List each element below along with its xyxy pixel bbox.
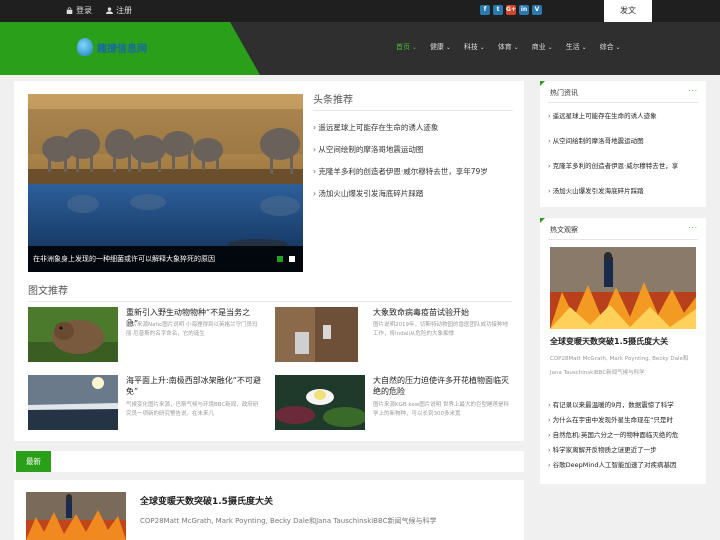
pic-rec-title[interactable]: 大自然的压力迫使许多开花植物面临灭绝的危险 [373, 375, 509, 397]
hot-watch-title: 热文观察 [550, 226, 578, 234]
googleplus-icon[interactable]: G+ [506, 5, 516, 15]
headline-item[interactable]: 遥远星球上可能存在生命的诱人迹象 [313, 117, 513, 139]
social-links: f t G+ in V [480, 5, 542, 15]
logo-mark-icon [77, 38, 93, 56]
site-header: 趣撩信息网 首页 健康 科技 体育 商业 生活 综合 [0, 22, 720, 75]
latest-article[interactable]: 全球变暖天数突破1.5摄氏度大关 COP28Matt McGrath, Mark… [14, 480, 524, 540]
hot-watch-item[interactable]: 自然危机:英国六分之一的物种面临灭绝的危 [548, 428, 700, 443]
pic-rec-thumb[interactable] [28, 307, 118, 362]
corner-accent [540, 81, 545, 86]
pic-rec-item[interactable]: 大自然的压力迫使许多开花植物面临灭绝的危险 图片来源KGB kew图片说明 世界… [275, 375, 510, 431]
pic-rec-desc: 气候变化图片来源，巴斯气候与环境BBC新闻，政府研究员一项新的研究警告说，在未来… [126, 402, 259, 417]
hot-watch-image[interactable] [550, 247, 696, 329]
pic-rec-title[interactable]: 大象致命病毒疫苗试验开始 [373, 307, 509, 318]
nav-health[interactable]: 健康 [430, 42, 451, 52]
headline-list: 遥远星球上可能存在生命的诱人迹象 从空间绘制的摩洛哥地震运动图 克隆羊多利的创造… [313, 117, 513, 205]
latest-thumb[interactable] [26, 492, 126, 540]
facebook-icon[interactable]: f [480, 5, 490, 15]
hot-news-item[interactable]: 从空间绘制的摩洛哥地震运动图 [548, 134, 700, 159]
latest-title[interactable]: 全球变暖天数突破1.5摄氏度大关 [140, 494, 273, 507]
auth-links: 登录 注册 [66, 5, 132, 16]
hot-watch-feature-desc: COP28Matt McGrath, Mark Poynting, Becky … [550, 356, 689, 376]
hot-news-title: 热门资讯 [550, 89, 578, 97]
pic-rec-desc: 图片来源KGB kew图片说明 世界上最大的巨型睡莲是科学上的新物种，可以长到3… [373, 402, 510, 417]
nav-general[interactable]: 综合 [600, 42, 621, 52]
hot-watch-item[interactable]: 为什么在宇宙中发现外星生命现在“只是时 [548, 413, 700, 428]
pic-rec-thumb[interactable] [275, 375, 365, 430]
register-link[interactable]: 注册 [106, 5, 132, 16]
pic-rec-item[interactable]: 大象致命病毒疫苗试验开始 图片说明2019年，切斯特动物园的兽医团队成功接种地工… [275, 307, 509, 363]
beaver-image [28, 307, 118, 362]
login-link[interactable]: 登录 [66, 5, 92, 16]
hot-news-list: 遥远星球上可能存在生命的诱人迹象 从空间绘制的摩洛哥地震运动图 克隆羊多利的创造… [548, 109, 700, 209]
hot-watch-item[interactable]: 科学家离解开反物质之谜更近了一步 [548, 443, 700, 458]
hot-watch-item[interactable]: 谷歌DeepMind人工智能加速了对疾病基因 [548, 458, 700, 473]
divider [548, 102, 698, 103]
main-content: 在非洲象身上发现的一种细菌或许可以解释大象猝死的原因 头条推荐 遥远星球上可能存… [14, 81, 524, 441]
hot-news-item[interactable]: 遥远星球上可能存在生命的诱人迹象 [548, 109, 700, 134]
picture-recs-title: 图文推荐 [28, 282, 512, 302]
pic-rec-title[interactable]: 海平面上升:南极西部冰架融化“不可避免” [126, 375, 262, 397]
login-label: 登录 [76, 6, 92, 15]
headline-item[interactable]: 克隆羊多利的创造者伊恩·威尔穆特去世，享年79岁 [313, 161, 513, 183]
hot-watch-more[interactable]: ··· [688, 224, 698, 232]
nav-tech[interactable]: 科技 [464, 42, 485, 52]
pic-rec-thumb[interactable] [28, 375, 118, 430]
pic-rec-thumb[interactable] [275, 307, 358, 362]
nav-business[interactable]: 商业 [532, 42, 553, 52]
top-bar: 登录 注册 f t G+ in V 发文 [0, 0, 720, 22]
hot-watch-list: 有记录以来最温暖的9月，数据震惊了科学 为什么在宇宙中发现外星生命现在“只是时 … [548, 398, 700, 473]
pic-rec-desc: 图片说明2019年，切斯特动物园的兽医团队成功接种地工作，将Indali从危险的… [373, 322, 508, 337]
hot-news-item[interactable]: 汤加火山爆发引发海底碎片踩踏 [548, 184, 700, 209]
slider-dot-2[interactable] [289, 256, 295, 262]
headline-section: 头条推荐 遥远星球上可能存在生命的诱人迹象 从空间绘制的摩洛哥地震运动图 克隆羊… [313, 91, 513, 205]
pic-rec-item[interactable]: 重新引入野生动物物种“不是当务之急” 图片来源Natic图片说明 小海狸得到以英… [28, 307, 260, 363]
headline-title: 头条推荐 [313, 91, 513, 111]
latest-desc: COP28Matt McGrath, Mark Poynting, Becky … [140, 517, 437, 525]
post-article-button[interactable]: 发文 [604, 0, 652, 22]
hot-watch-widget: 热文观察 ··· 全球变暖天数突破1.5摄氏度大关 COP28Matt McGr… [540, 218, 706, 484]
linkedin-icon[interactable]: in [519, 5, 529, 15]
pic-rec-desc: 图片来源Natic图片说明 小海狸得到以英格兰守门员玛丽·厄普斯的名字命名，它的… [126, 322, 258, 337]
site-logo[interactable]: 趣撩信息网 [77, 38, 147, 56]
corner-accent [540, 218, 545, 223]
twitter-icon[interactable]: t [493, 5, 503, 15]
headline-item[interactable]: 汤加火山爆发引发海底碎片踩踏 [313, 183, 513, 205]
hot-news-more[interactable]: ··· [688, 87, 698, 95]
site-name: 趣撩信息网 [97, 43, 147, 55]
slide-caption[interactable]: 在非洲象身上发现的一种细菌或许可以解释大象猝死的原因 [28, 246, 303, 272]
user-icon [106, 7, 113, 14]
wildfire-image [26, 492, 126, 540]
headline-slider[interactable]: 在非洲象身上发现的一种细菌或许可以解释大象猝死的原因 [28, 94, 303, 272]
nav-life[interactable]: 生活 [566, 42, 587, 52]
hot-news-item[interactable]: 克隆羊多利的创造者伊恩·威尔穆特去世，享 [548, 159, 700, 184]
elephant-vaccine-image [275, 307, 358, 362]
slider-dots [277, 256, 295, 262]
ice-shelf-image [28, 375, 118, 430]
main-nav: 首页 健康 科技 体育 商业 生活 综合 [396, 42, 621, 52]
wildfire-image [550, 247, 696, 329]
latest-tab[interactable]: 最新 [16, 451, 51, 472]
hot-watch-item[interactable]: 有记录以来最温暖的9月，数据震惊了科学 [548, 398, 700, 413]
hot-watch-feature-title[interactable]: 全球变暖天数突破1.5摄氏度大关 [550, 336, 668, 347]
pic-rec-item[interactable]: 海平面上升:南极西部冰架融化“不可避免” 气候变化图片来源，巴斯气候与环境BBC… [28, 375, 262, 431]
nav-sports[interactable]: 体育 [498, 42, 519, 52]
vimeo-icon[interactable]: V [532, 5, 542, 15]
nav-home[interactable]: 首页 [396, 42, 417, 52]
hot-news-widget: 热门资讯 ··· 遥远星球上可能存在生命的诱人迹象 从空间绘制的摩洛哥地震运动图… [540, 81, 706, 207]
lock-icon [66, 7, 73, 14]
water-lily-image [275, 375, 365, 430]
register-label: 注册 [116, 6, 132, 15]
slider-dot-1[interactable] [277, 256, 283, 262]
divider [548, 239, 698, 240]
latest-bar: 最新 [14, 451, 524, 472]
headline-item[interactable]: 从空间绘制的摩洛哥地震运动图 [313, 139, 513, 161]
